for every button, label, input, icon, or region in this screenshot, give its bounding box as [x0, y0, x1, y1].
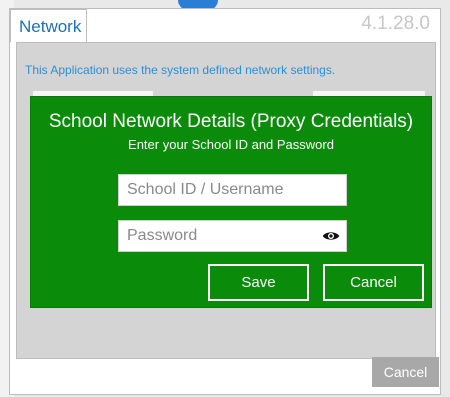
footer-cancel-button[interactable]: Cancel	[372, 357, 439, 387]
dialog-title: School Network Details (Proxy Credential…	[48, 111, 414, 132]
username-input[interactable]	[119, 175, 346, 205]
network-settings-window: Network 4.1.28.0 This Application uses t…	[9, 8, 441, 395]
save-button[interactable]: Save	[208, 264, 309, 301]
password-field-wrapper	[118, 220, 347, 252]
proxy-credentials-dialog: School Network Details (Proxy Credential…	[30, 96, 432, 308]
dialog-cancel-button[interactable]: Cancel	[323, 264, 424, 301]
dialog-subtitle: Enter your School ID and Password	[128, 137, 334, 152]
password-input[interactable]	[119, 221, 346, 251]
version-label: 4.1.28.0	[361, 13, 430, 34]
eye-icon[interactable]	[322, 230, 340, 242]
tab-network[interactable]: Network	[10, 9, 87, 42]
network-panel: This Application uses the system defined…	[16, 42, 436, 359]
username-field-wrapper	[118, 174, 347, 206]
network-info-text: This Application uses the system defined…	[25, 63, 336, 77]
